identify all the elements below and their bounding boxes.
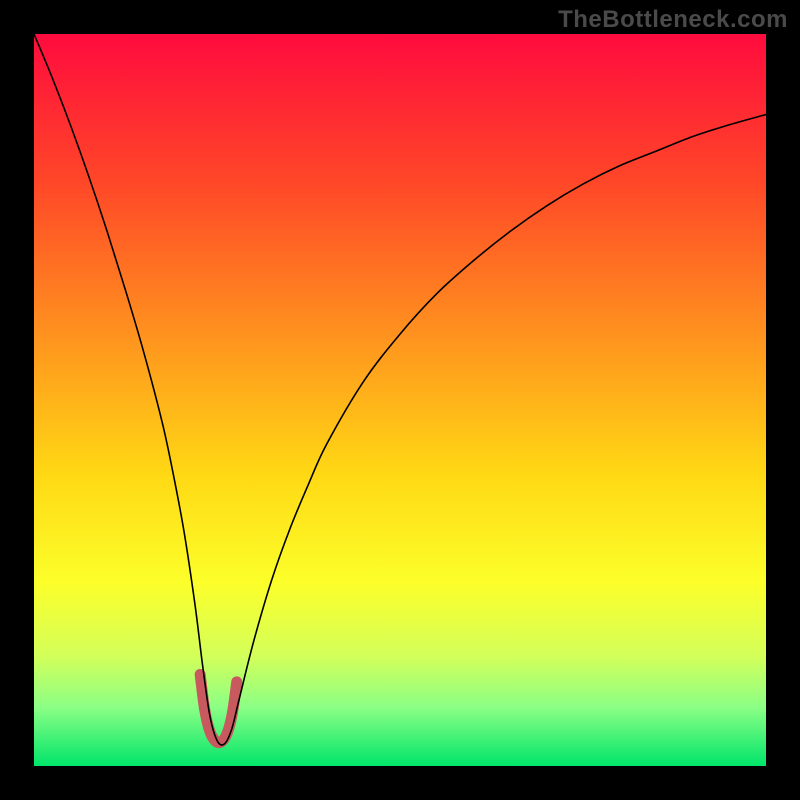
gradient-background: [34, 34, 766, 766]
plot-area: [34, 34, 766, 766]
chart-frame: TheBottleneck.com: [0, 0, 800, 800]
watermark-text: TheBottleneck.com: [558, 6, 788, 34]
bottleneck-chart: [34, 34, 766, 766]
